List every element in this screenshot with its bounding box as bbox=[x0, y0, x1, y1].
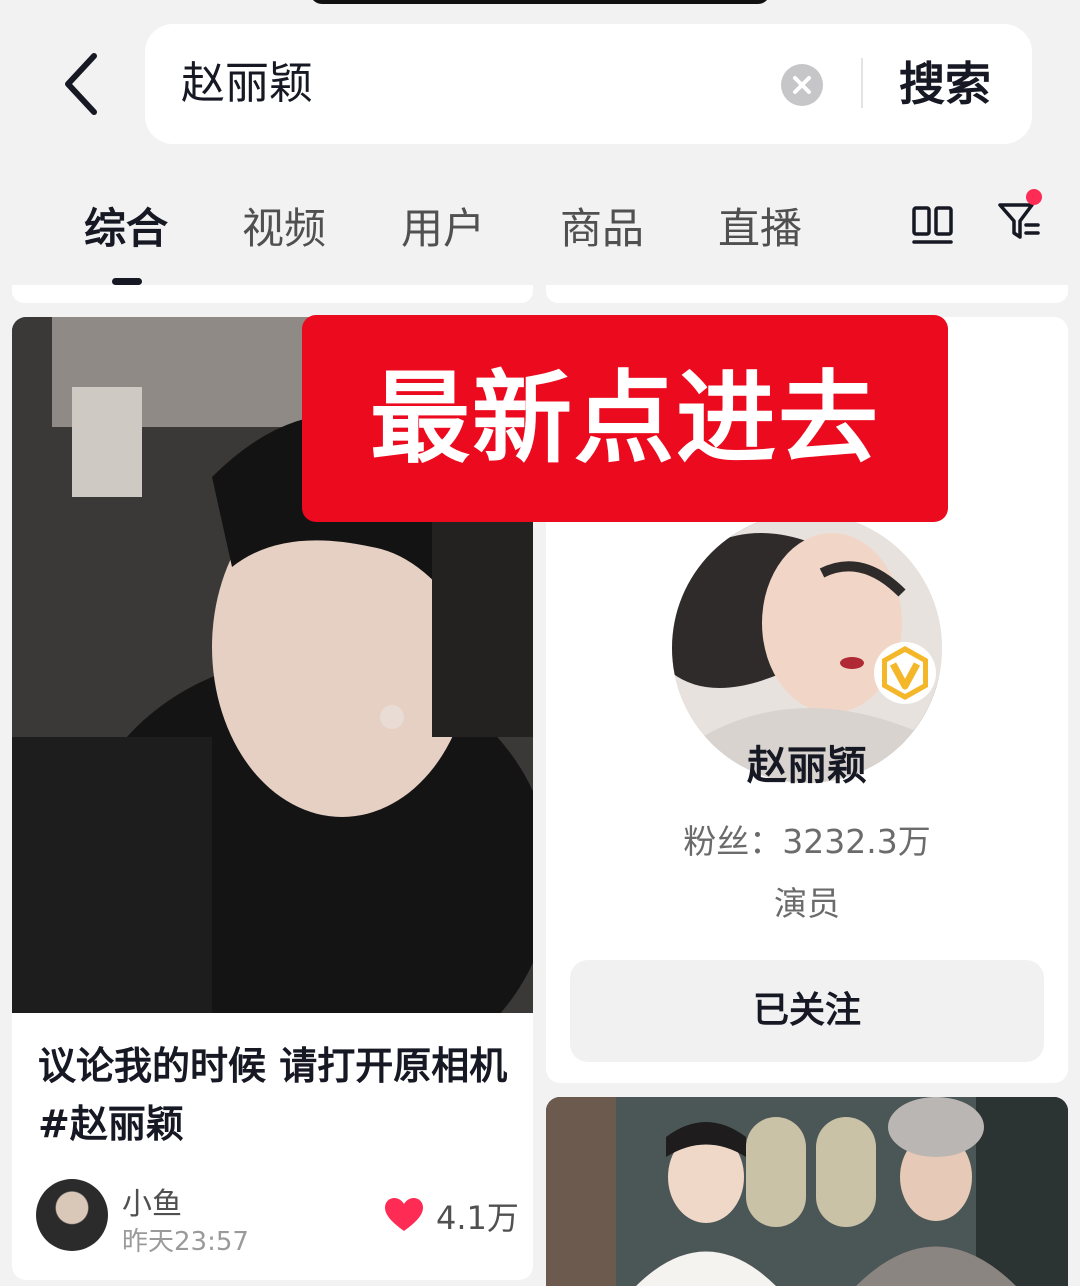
follow-button[interactable]: 已关注 bbox=[570, 960, 1044, 1062]
back-button[interactable] bbox=[52, 52, 112, 116]
camera-notch bbox=[310, 0, 770, 4]
heart-icon[interactable] bbox=[384, 1197, 424, 1233]
author-name[interactable]: 小鱼 bbox=[122, 1179, 182, 1223]
active-tab-indicator bbox=[112, 278, 142, 285]
tab-overflow-fade bbox=[876, 205, 900, 245]
clear-icon[interactable] bbox=[781, 64, 823, 106]
tab-bar: 综合 视频 用户 商品 直播 bbox=[0, 175, 1080, 285]
author-avatar[interactable] bbox=[36, 1179, 108, 1251]
follower-count: 粉丝：3232.3万 bbox=[683, 822, 931, 861]
search-input[interactable]: 赵丽颖 bbox=[181, 24, 313, 144]
user-role: 演员 bbox=[774, 884, 840, 923]
back-arrow-icon bbox=[65, 53, 97, 115]
video-cover-2 bbox=[546, 1097, 1068, 1286]
search-button[interactable]: 搜索 bbox=[899, 24, 991, 144]
video-card-2[interactable] bbox=[546, 1097, 1068, 1286]
tab-users[interactable]: 用户 bbox=[401, 195, 485, 256]
search-divider bbox=[861, 58, 863, 108]
previous-card-bottom bbox=[12, 285, 533, 303]
tab-live[interactable]: 直播 bbox=[718, 195, 802, 256]
tab-video[interactable]: 视频 bbox=[242, 195, 326, 256]
previous-card-bottom bbox=[546, 285, 1068, 303]
filter-icon[interactable] bbox=[994, 187, 1046, 249]
verified-v-icon bbox=[874, 642, 936, 704]
user-name[interactable]: 赵丽颖 bbox=[546, 733, 1068, 791]
tab-products[interactable]: 商品 bbox=[560, 195, 644, 256]
like-count: 4.1万 bbox=[436, 1199, 519, 1237]
search-bar[interactable]: 赵丽颖 搜索 bbox=[145, 24, 1032, 144]
tab-comprehensive[interactable]: 综合 bbox=[84, 195, 168, 256]
overlay-banner: 最新点进去 bbox=[302, 315, 948, 522]
video-title: 议论我的时候 请打开原相机 #赵丽颖 bbox=[38, 1044, 508, 1146]
post-time: 昨天23:57 bbox=[122, 1227, 249, 1257]
grid-view-icon[interactable] bbox=[910, 202, 956, 248]
